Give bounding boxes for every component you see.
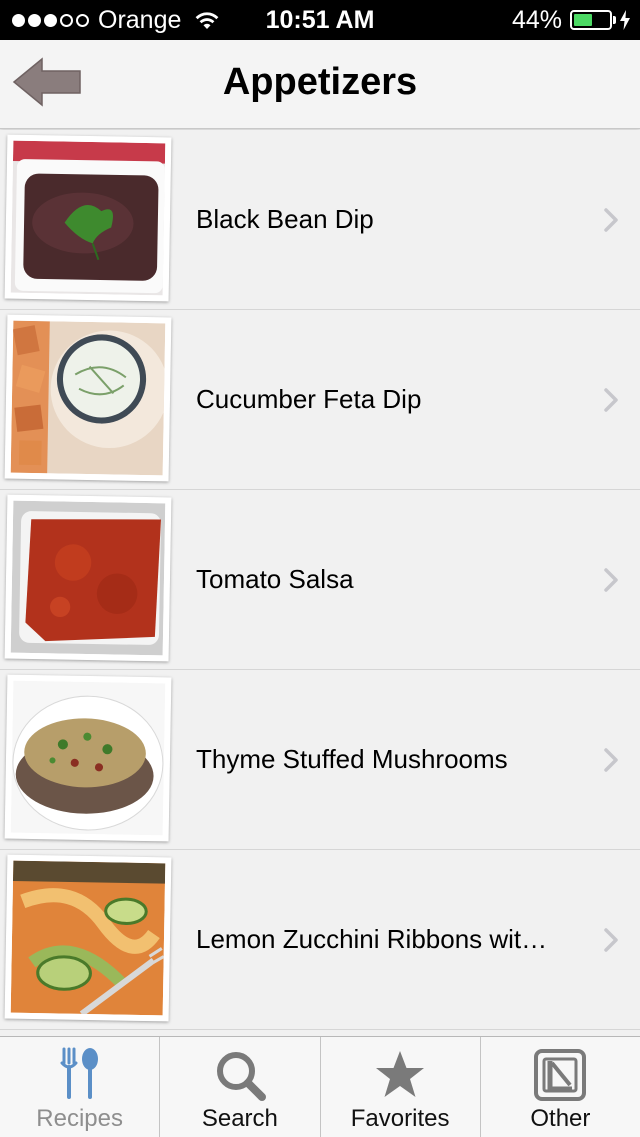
battery-percent: 44% [511, 5, 562, 34]
recipe-row-thyme-stuffed-mushrooms[interactable]: Thyme Stuffed Mushrooms [0, 670, 640, 850]
tomato-salsa-thumbnail [4, 494, 172, 662]
chevron-right-icon [604, 928, 618, 952]
tab-other[interactable]: Other [481, 1037, 640, 1137]
lemon-zucchini-ribbons-thumbnail [4, 854, 172, 1022]
tab-label: Search [201, 1105, 278, 1132]
star-icon [376, 1051, 425, 1097]
fork-spoon-icon [60, 1047, 98, 1099]
page-title: Appetizers [222, 61, 418, 103]
status-right: 44% [512, 0, 630, 40]
recipe-row-tomato-salsa[interactable]: Tomato Salsa [0, 490, 640, 670]
other-app-icon [534, 1049, 587, 1101]
recipe-title: Lemon Zucchini Ribbons wit… [196, 924, 548, 954]
chevron-right-icon [604, 748, 618, 772]
tab-recipes[interactable]: Recipes [0, 1037, 161, 1137]
recipe-row-black-bean-dip[interactable]: Black Bean Dip [0, 130, 640, 310]
black-bean-dip-thumbnail [4, 134, 172, 302]
recipe-title: Black Bean Dip [196, 204, 374, 234]
recipe-row-cucumber-feta-dip[interactable]: Cucumber Feta Dip [0, 310, 640, 490]
status-bar: Orange 10:51 AM 44% [0, 0, 640, 40]
tab-favorites[interactable]: Favorites [321, 1037, 481, 1137]
tab-label: Other [530, 1105, 591, 1132]
recipe-row-lemon-zucchini-ribbons[interactable]: Lemon Zucchini Ribbons wit… [0, 850, 640, 1030]
chevron-right-icon [604, 568, 618, 592]
cucumber-feta-dip-thumbnail [4, 314, 172, 482]
tab-search[interactable]: Search [160, 1037, 321, 1137]
tab-bar: Recipes Search Favorites Other [0, 1036, 640, 1137]
chevron-right-icon [604, 208, 618, 232]
magnifier-icon [216, 1052, 266, 1101]
charging-bolt-icon [620, 10, 630, 30]
thyme-stuffed-mushrooms-thumbnail [4, 674, 172, 842]
recipe-list[interactable]: Black Bean Dip Cucumber Feta Dip Tomato … [0, 130, 640, 1036]
battery-icon [570, 10, 612, 30]
tab-label: Favorites [350, 1105, 450, 1132]
navigation-bar: Appetizers [0, 40, 640, 129]
chevron-right-icon [604, 388, 618, 412]
recipe-title: Cucumber Feta Dip [196, 384, 422, 414]
recipe-title: Tomato Salsa [196, 564, 354, 594]
recipe-title: Thyme Stuffed Mushrooms [196, 744, 508, 774]
tab-label: Recipes [36, 1105, 123, 1132]
